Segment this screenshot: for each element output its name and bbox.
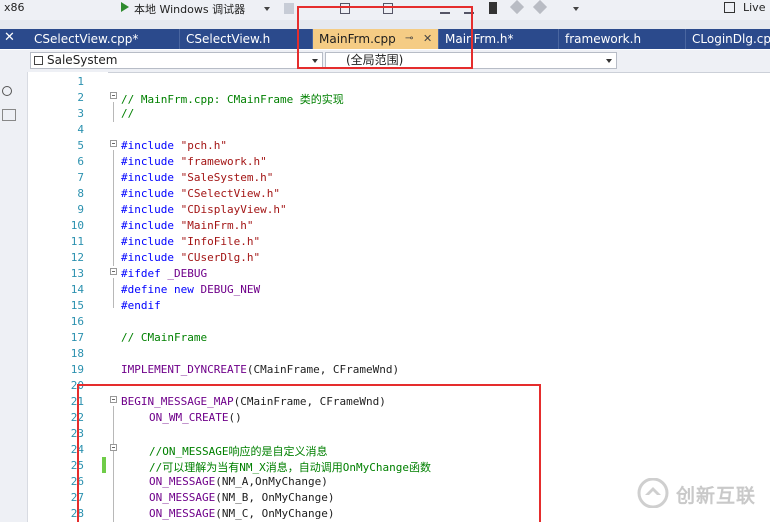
fold-toggle-icon[interactable] — [110, 268, 117, 275]
panel-icon[interactable] — [2, 109, 16, 121]
code-line[interactable]: #include "MainFrm.h" — [121, 219, 253, 232]
code-line[interactable]: #include "InfoFile.h" — [121, 235, 260, 248]
toolbar-icon[interactable] — [284, 3, 294, 14]
tab-framework-h[interactable]: framework.h — [559, 29, 686, 49]
string: "framework.h" — [180, 155, 267, 168]
toolbar-icon[interactable] — [509, 0, 525, 15]
string: "InfoFile.h" — [180, 235, 261, 248]
line-number: 13 — [70, 267, 84, 280]
platform-dropdown[interactable]: x86 — [4, 1, 25, 14]
line-number: 9 — [77, 203, 84, 216]
code-line[interactable]: #define new DEBUG_NEW — [121, 283, 260, 296]
line-number: 16 — [70, 315, 84, 328]
play-icon[interactable] — [121, 2, 129, 12]
line-number: 4 — [77, 123, 84, 136]
close-all-icon[interactable]: ✕ — [4, 30, 15, 45]
line-number: 1 — [77, 75, 84, 88]
keyword: #endif — [121, 299, 161, 312]
keyword: #include — [121, 139, 174, 152]
string: "SaleSystem.h" — [180, 171, 274, 184]
keyword: #include — [121, 187, 174, 200]
keyword: new — [173, 283, 194, 296]
code-text: (CMainFrame, CFrameWnd) — [246, 363, 400, 376]
panel-icon[interactable] — [2, 86, 12, 96]
code-line[interactable]: // CMainFrame — [121, 331, 207, 344]
annotation-box-code — [77, 384, 541, 522]
code-line[interactable]: #include "pch.h" — [121, 139, 227, 152]
fold-line — [113, 102, 114, 122]
line-number: 2 — [77, 91, 84, 104]
string: "CDisplayView.h" — [180, 203, 287, 216]
line-number: 12 — [70, 251, 84, 264]
fold-toggle-icon[interactable] — [110, 140, 117, 147]
chevron-down-icon[interactable] — [264, 7, 270, 11]
line-number: 17 — [70, 331, 84, 344]
macro: IMPLEMENT_DYNCREATE — [121, 363, 247, 376]
code-line[interactable]: // MainFrm.cpp: CMainFrame 类的实现 — [121, 91, 344, 107]
tab-cselectview-cpp[interactable]: CSelectView.cpp* — [28, 29, 180, 49]
keyword: #define — [121, 283, 168, 296]
fold-line — [113, 150, 114, 266]
comment: // MainFrm.cpp: CMainFrame 类的实现 — [121, 93, 344, 106]
keyword: #include — [121, 235, 174, 248]
chevron-down-icon — [606, 59, 612, 63]
keyword: #ifdef — [121, 267, 161, 280]
project-dropdown[interactable]: SaleSystem — [30, 52, 323, 69]
brand-logo-icon — [637, 478, 669, 508]
line-number: 14 — [70, 283, 84, 296]
left-panel-strip — [0, 72, 28, 522]
code-line[interactable]: IMPLEMENT_DYNCREATE(CMainFrame, CFrameWn… — [121, 363, 399, 376]
bookmark-icon[interactable] — [489, 2, 497, 14]
comment: // — [121, 107, 135, 120]
string: "pch.h" — [180, 139, 227, 152]
string: "CSelectView.h" — [180, 187, 280, 200]
line-number: 15 — [70, 299, 84, 312]
line-number: 19 — [70, 363, 84, 376]
line-number: 7 — [77, 171, 84, 184]
fold-toggle-icon[interactable] — [110, 92, 117, 99]
keyword: #include — [121, 203, 174, 216]
code-line[interactable]: #include "CSelectView.h" — [121, 187, 280, 200]
string: "MainFrm.h" — [180, 219, 254, 232]
macro: _DEBUG — [167, 267, 208, 280]
keyword: #include — [121, 171, 174, 184]
line-number: 6 — [77, 155, 84, 168]
fold-line — [113, 278, 114, 308]
line-number: 3 — [77, 107, 84, 120]
tab-clogindlg-cpp[interactable]: CLoginDlg.cp — [686, 29, 770, 49]
line-number: 18 — [70, 347, 84, 360]
chevron-down-icon[interactable] — [573, 7, 579, 11]
toolbar-icon[interactable] — [532, 0, 548, 15]
tab-cselectview-h[interactable]: CSelectView.h — [180, 29, 313, 49]
watermark-text: 创新互联 — [676, 485, 757, 507]
live-share-icon[interactable] — [724, 2, 735, 13]
project-label: SaleSystem — [47, 53, 118, 67]
keyword: #include — [121, 251, 174, 264]
code-line[interactable]: // — [121, 107, 134, 120]
code-line[interactable]: #include "framework.h" — [121, 155, 267, 168]
macro: DEBUG_NEW — [200, 283, 261, 296]
keyword: #include — [121, 219, 174, 232]
code-line[interactable]: #endif — [121, 299, 161, 312]
line-number: 11 — [70, 235, 84, 248]
live-share-button[interactable]: Live — [743, 1, 765, 14]
keyword: #include — [121, 155, 174, 168]
code-line[interactable]: #include "CUserDlg.h" — [121, 251, 260, 264]
comment: // CMainFrame — [121, 331, 208, 344]
line-number: 8 — [77, 187, 84, 200]
line-number: 10 — [70, 219, 84, 232]
project-icon — [34, 56, 43, 65]
annotation-box-tab — [297, 6, 473, 69]
line-number: 5 — [77, 139, 84, 152]
code-line[interactable]: #ifdef _DEBUG — [121, 267, 207, 280]
code-line[interactable]: #include "CDisplayView.h" — [121, 203, 287, 216]
string: "CUserDlg.h" — [180, 251, 261, 264]
run-debugger-button[interactable]: 本地 Windows 调试器 — [134, 1, 245, 17]
code-line[interactable]: #include "SaleSystem.h" — [121, 171, 273, 184]
